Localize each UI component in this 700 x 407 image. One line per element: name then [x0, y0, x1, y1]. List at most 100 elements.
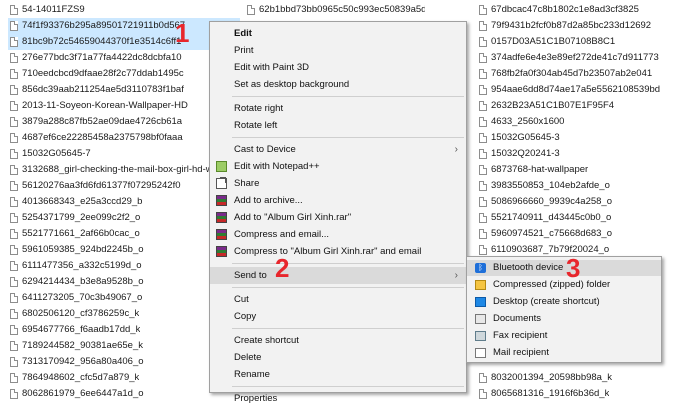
send-to-item-mail-recipient[interactable]: Mail recipient — [467, 345, 661, 361]
documents-icon — [475, 314, 486, 324]
file-icon — [479, 101, 487, 111]
file-icon — [10, 357, 18, 367]
file-item[interactable]: 4633_2560x1600 — [477, 114, 697, 130]
file-item[interactable]: 6954677766_f6aadb17dd_k — [8, 322, 240, 338]
send-to-item-desktop-create-shortcut[interactable]: Desktop (create shortcut) — [467, 294, 661, 310]
menu-item-properties[interactable]: Properties — [210, 390, 466, 407]
menu-item-print[interactable]: Print — [210, 42, 466, 59]
menu-item-add-to-archive[interactable]: Add to archive... — [210, 192, 466, 209]
file-item[interactable]: 62b1bbd73bb0965c50c993ec50839a5d — [245, 2, 425, 18]
file-item[interactable]: 0157D03A51C1B07108B8C1 — [477, 34, 697, 50]
menu-separator — [232, 386, 464, 387]
file-item[interactable]: 374adfe6e4e3e89ef272de41c7d911773 — [477, 50, 697, 66]
file-item[interactable]: 6294214434_b3e8a9528b_o — [8, 274, 240, 290]
menu-item-rename[interactable]: Rename — [210, 366, 466, 383]
file-name: 374adfe6e4e3e89ef272de41c7d911773 — [491, 52, 659, 63]
send-to-item-label: Documents — [493, 313, 542, 324]
step-number-2: 2 — [275, 253, 290, 283]
file-item[interactable]: 74f1f93376b295a89501721911b0d567 — [8, 18, 240, 34]
menu-item-share[interactable]: Share — [210, 175, 466, 192]
file-item[interactable]: 5254371799_2ee099c2f2_o — [8, 210, 240, 226]
file-item[interactable]: 7313170942_956a80a406_o — [8, 354, 240, 370]
file-item[interactable]: 710eedcbcd9dfaae28f2c77ddab1495c — [8, 66, 240, 82]
menu-item-cast-to-device[interactable]: Cast to Device › — [210, 141, 466, 158]
menu-item-set-as-desktop-background[interactable]: Set as desktop background — [210, 76, 466, 93]
file-item[interactable]: 4687ef6ce22285458a2375798bf0faaa — [8, 130, 240, 146]
file-icon — [10, 309, 18, 319]
file-item[interactable]: 768fb2fa0f304ab45d7b23507ab2e041 — [477, 66, 697, 82]
file-icon — [10, 69, 18, 79]
file-item[interactable]: 954aae6dd8d74ae17a5e5562108539bd — [477, 82, 697, 98]
menu-item-edit[interactable]: Edit — [210, 25, 466, 42]
file-item[interactable]: 8065681316_1916f6b36d_k — [477, 386, 697, 402]
send-to-item-label: Fax recipient — [493, 330, 548, 341]
file-item[interactable]: 6411273205_70c3b49067_o — [8, 290, 240, 306]
file-icon — [479, 69, 487, 79]
file-item[interactable]: 6111477356_a332c5199d_o — [8, 258, 240, 274]
file-item[interactable]: 15032G05645-7 — [8, 146, 240, 162]
file-name: 7313170942_956a80a406_o — [22, 356, 144, 367]
file-item[interactable]: 2013-11-Soyeon-Korean-Wallpaper-HD — [8, 98, 240, 114]
file-item[interactable]: 54-14011FZS9 — [8, 2, 240, 18]
menu-item-label: Send to — [234, 270, 267, 281]
file-item[interactable]: 8062861979_6ee6447a1d_o — [8, 386, 240, 402]
file-item[interactable]: 7189244582_90381ae65e_k — [8, 338, 240, 354]
file-name: 5960974521_c75668d683_o — [491, 228, 612, 239]
file-item[interactable]: 5961059385_924bd2245b_o — [8, 242, 240, 258]
file-item[interactable]: 8032001394_20598bb98a_k — [477, 370, 697, 386]
menu-item-cut[interactable]: Cut — [210, 291, 466, 308]
menu-item-delete[interactable]: Delete — [210, 349, 466, 366]
file-item[interactable]: 2632B23A51C1B07E1F95F4 — [477, 98, 697, 114]
menu-item-edit-with-notepad[interactable]: Edit with Notepad++ — [210, 158, 466, 175]
menu-item-label: Add to archive... — [234, 195, 303, 206]
send-to-item-documents[interactable]: Documents — [467, 311, 661, 327]
menu-item-edit-with-paint-3d[interactable]: Edit with Paint 3D — [210, 59, 466, 76]
file-item[interactable]: 4013668343_e25a3ccd29_b — [8, 194, 240, 210]
menu-item-create-shortcut[interactable]: Create shortcut — [210, 332, 466, 349]
file-icon — [10, 133, 18, 143]
file-name: 5961059385_924bd2245b_o — [22, 244, 144, 255]
file-item[interactable]: 3879a288c87fb52ae09dae4726cb61a — [8, 114, 240, 130]
file-item[interactable]: 5521771661_2af66b0cac_o — [8, 226, 240, 242]
file-name: 6954677766_f6aadb17dd_k — [22, 324, 141, 335]
menu-item-send-to[interactable]: Send to › — [210, 267, 466, 284]
file-item[interactable]: 276e77bdc3f71a77fa4422dc8dcbfa10 — [8, 50, 240, 66]
menu-item-rotate-left[interactable]: Rotate left — [210, 117, 466, 134]
file-icon — [10, 245, 18, 255]
file-item[interactable]: 3983550853_104eb2afde_o — [477, 178, 697, 194]
file-icon — [10, 165, 18, 175]
file-item[interactable]: 15032Q20241-3 — [477, 146, 697, 162]
menu-item-add-to-album-girl-xinh-rar[interactable]: Add to "Album Girl Xinh.rar" — [210, 209, 466, 226]
file-item[interactable]: 56120276aa3fd6fd61377f07295242f0 — [8, 178, 240, 194]
file-item[interactable]: 79f9431b2fcf0b87d2a85bc233d12692 — [477, 18, 697, 34]
file-icon — [247, 5, 255, 15]
file-item[interactable]: 7864948602_cfc5d7a879_k — [8, 370, 240, 386]
file-item[interactable]: 6873768-hat-wallpaper — [477, 162, 697, 178]
send-to-item-fax-recipient[interactable]: Fax recipient — [467, 328, 661, 344]
menu-separator — [232, 287, 464, 288]
menu-item-compress-and-email[interactable]: Compress and email... — [210, 226, 466, 243]
send-to-item-bluetooth-device[interactable]: ᛒ Bluetooth device — [467, 260, 661, 276]
file-icon — [10, 117, 18, 127]
file-item[interactable]: 5960974521_c75668d683_o — [477, 226, 697, 242]
file-list-column-1: 54-14011FZS9 74f1f93376b295a89501721911b0… — [8, 2, 240, 402]
file-item[interactable]: 5086966660_9939c4a258_o — [477, 194, 697, 210]
file-item[interactable]: 856dc39aab211254ae5d3110783f1baf — [8, 82, 240, 98]
file-item[interactable]: 81bc9b72c54659044370f1e3514c6ff1 — [8, 34, 240, 50]
send-to-item-label: Bluetooth device — [493, 262, 564, 273]
file-name: 276e77bdc3f71a77fa4422dc8dcbfa10 — [22, 52, 182, 63]
file-item[interactable]: 3132688_girl-checking-the-mail-box-girl-… — [8, 162, 240, 178]
menu-item-compress-to-album-girl-xinh-rar-and-email[interactable]: Compress to "Album Girl Xinh.rar" and em… — [210, 243, 466, 260]
file-item[interactable]: 5521740911_d43445c0b0_o — [477, 210, 697, 226]
file-item[interactable]: 6802506120_cf3786259c_k — [8, 306, 240, 322]
file-item[interactable]: 15032G05645-3 — [477, 130, 697, 146]
file-icon — [10, 373, 18, 383]
file-name: 56120276aa3fd6fd61377f07295242f0 — [22, 180, 181, 191]
file-item[interactable]: 67dbcac47c8b1802c1e8ad3cf3825 — [477, 2, 697, 18]
send-to-item-compressed-zipped-folder[interactable]: Compressed (zipped) folder — [467, 277, 661, 293]
menu-item-rotate-right[interactable]: Rotate right — [210, 100, 466, 117]
menu-item-copy[interactable]: Copy — [210, 308, 466, 325]
menu-item-label: Edit with Notepad++ — [234, 161, 320, 172]
menu-item-label: Compress to "Album Girl Xinh.rar" and em… — [234, 246, 422, 257]
file-name: 7864948602_cfc5d7a879_k — [22, 372, 140, 383]
